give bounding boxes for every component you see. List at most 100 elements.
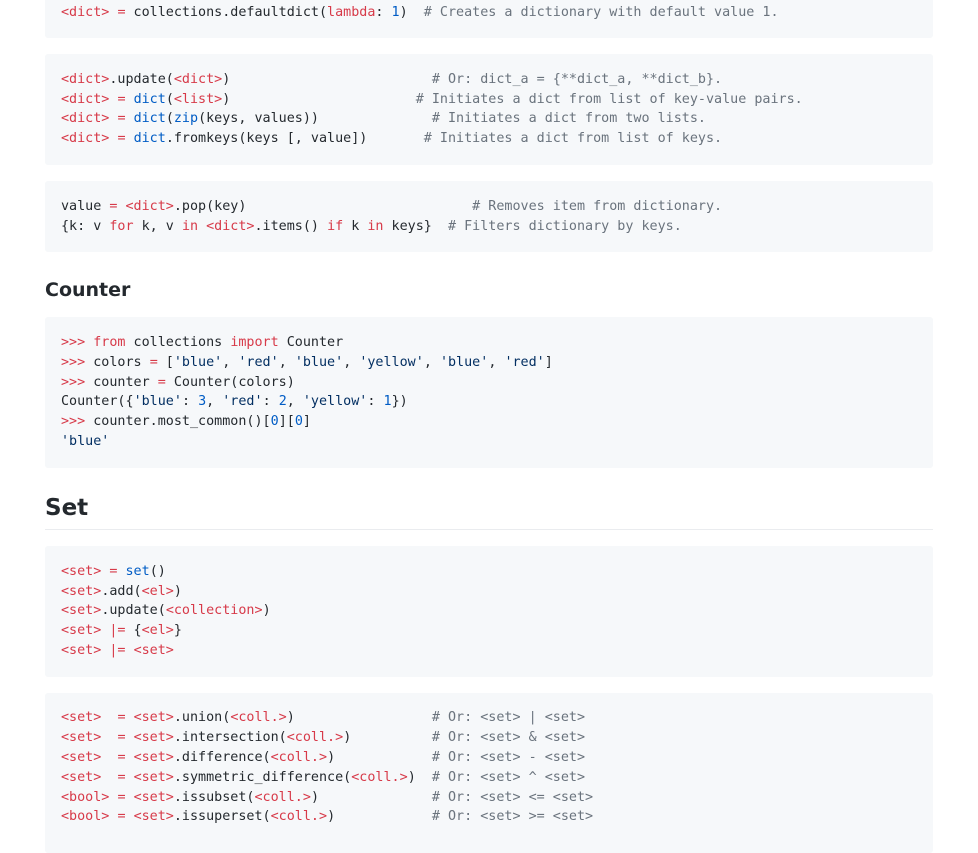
code-token: { [125,623,142,638]
set-ops-code-block: <set> = <set> .union( <coll.>) # Or: <set>… [45,693,933,853]
code-token: , [206,394,223,409]
code-line: <set> = set() [61,562,166,582]
code-token: <set> [133,730,174,745]
code-token: ( [165,111,174,126]
code-token: 'red' [222,394,263,409]
code-token: <set> [61,623,102,638]
code-line: <set>.update(<collection>) [61,601,271,621]
code-token: .symmetric_difference( [173,770,352,785]
code-token: 1 [383,394,392,409]
code-token: Counter(colors) [165,375,295,390]
code-token: <coll.> [351,770,408,785]
code-token: ) [310,790,432,805]
code-token: # Or: <set> & <set> [431,730,586,745]
code-token: 'blue' [173,355,223,370]
code-line: <dict> = dict.fromkeys(keys [, value]) #… [61,129,722,149]
set-heading: Set [45,493,933,530]
code-token: , [222,355,239,370]
code-token: 'yellow' [359,355,424,370]
code-token: 'red' [504,355,545,370]
code-token: ] [544,355,553,370]
code-token: ) [262,603,271,618]
code-token: <coll.> [270,809,328,824]
code-line: <set> |= {<el>} [61,621,182,641]
code-token: 'blue' [439,355,489,370]
code-token: 'blue' [61,434,110,449]
code-token: <dict> [125,199,174,214]
code-token: <set> [133,790,174,805]
code-line: <dict> = collections.defaultdict(lambda:… [61,3,779,23]
code-token: 'blue' [133,394,182,409]
code-token: , [488,355,505,370]
code-line: 'blue' [61,432,109,452]
code-token: >>> [61,355,86,370]
code-token: >>> [61,335,86,350]
code-token: <dict> [61,131,110,146]
code-token: , [343,355,360,370]
code-token: |= [109,623,126,638]
defaultdict-code-block: <dict> = collections.defaultdict(lambda:… [45,0,933,38]
code-token: 'blue' [294,355,344,370]
code-token: ) [222,72,432,87]
code-line: >>> counter.most_common()[0][0] [61,412,311,432]
code-line: <set> = <set>.union(<coll.>) # Or: <set>… [61,708,585,728]
code-line: <dict>.update(<dict>) # Or: dict_a = {**… [61,70,722,90]
code-token: set [125,564,150,579]
code-token: <set> [133,809,174,824]
code-token: keys} [383,219,448,234]
code-line: <dict> = dict(zip(keys, values)) # Initi… [61,109,706,129]
code-token: <dict> [61,5,110,20]
code-token: dict [133,111,166,126]
code-token: # Or: <set> ^ <set> [431,770,586,785]
code-token: .fromkeys(keys [, value]) [165,131,424,146]
code-token: <coll.> [270,750,328,765]
code-token: collections [125,335,231,350]
code-token: <set> [61,584,102,599]
code-token: (keys, values)) [198,111,432,126]
code-token: counter.most_common()[ [85,414,271,429]
code-token: <set> [61,603,102,618]
code-token: = [117,730,126,745]
code-token: <set> [133,750,174,765]
code-line: >>> from collections import Counter [61,333,343,353]
code-token: # Initiates a dict from list of keys. [423,131,723,146]
code-token: dict [133,131,166,146]
code-token: <set> [61,710,102,725]
code-token: }) [391,394,408,409]
dict-update-code-block: <dict>.update(<dict>) # Or: dict_a = {**… [45,54,933,165]
code-token: = [149,355,158,370]
code-token: Counter [278,335,344,350]
code-token: <coll.> [286,730,344,745]
code-token: : [375,5,392,20]
set-basic-code-block: <set> = set() <set>.add(<el>) <set>.upda… [45,546,933,677]
code-token: <dict> [61,92,110,107]
code-token: # Or: <set> - <set> [431,750,586,765]
code-token: () [149,564,166,579]
code-token: .pop(key) [173,199,473,214]
code-token: , [278,355,295,370]
code-token: <dict> [173,72,223,87]
code-token: ) [286,710,432,725]
code-token: = [117,131,126,146]
code-token: 'yellow' [302,394,368,409]
code-token: # Or: <set> | <set> [431,710,586,725]
code-token: .union( [173,710,231,725]
code-token: value [61,199,110,214]
code-token: } [173,623,182,638]
code-token: in [367,219,384,234]
code-token: : [367,394,384,409]
code-token: # Initiates a dict from list of key-valu… [415,92,803,107]
code-token: <set> [133,643,174,658]
code-line: <set> |= <set> [61,641,174,661]
code-token: <bool> [61,809,110,824]
